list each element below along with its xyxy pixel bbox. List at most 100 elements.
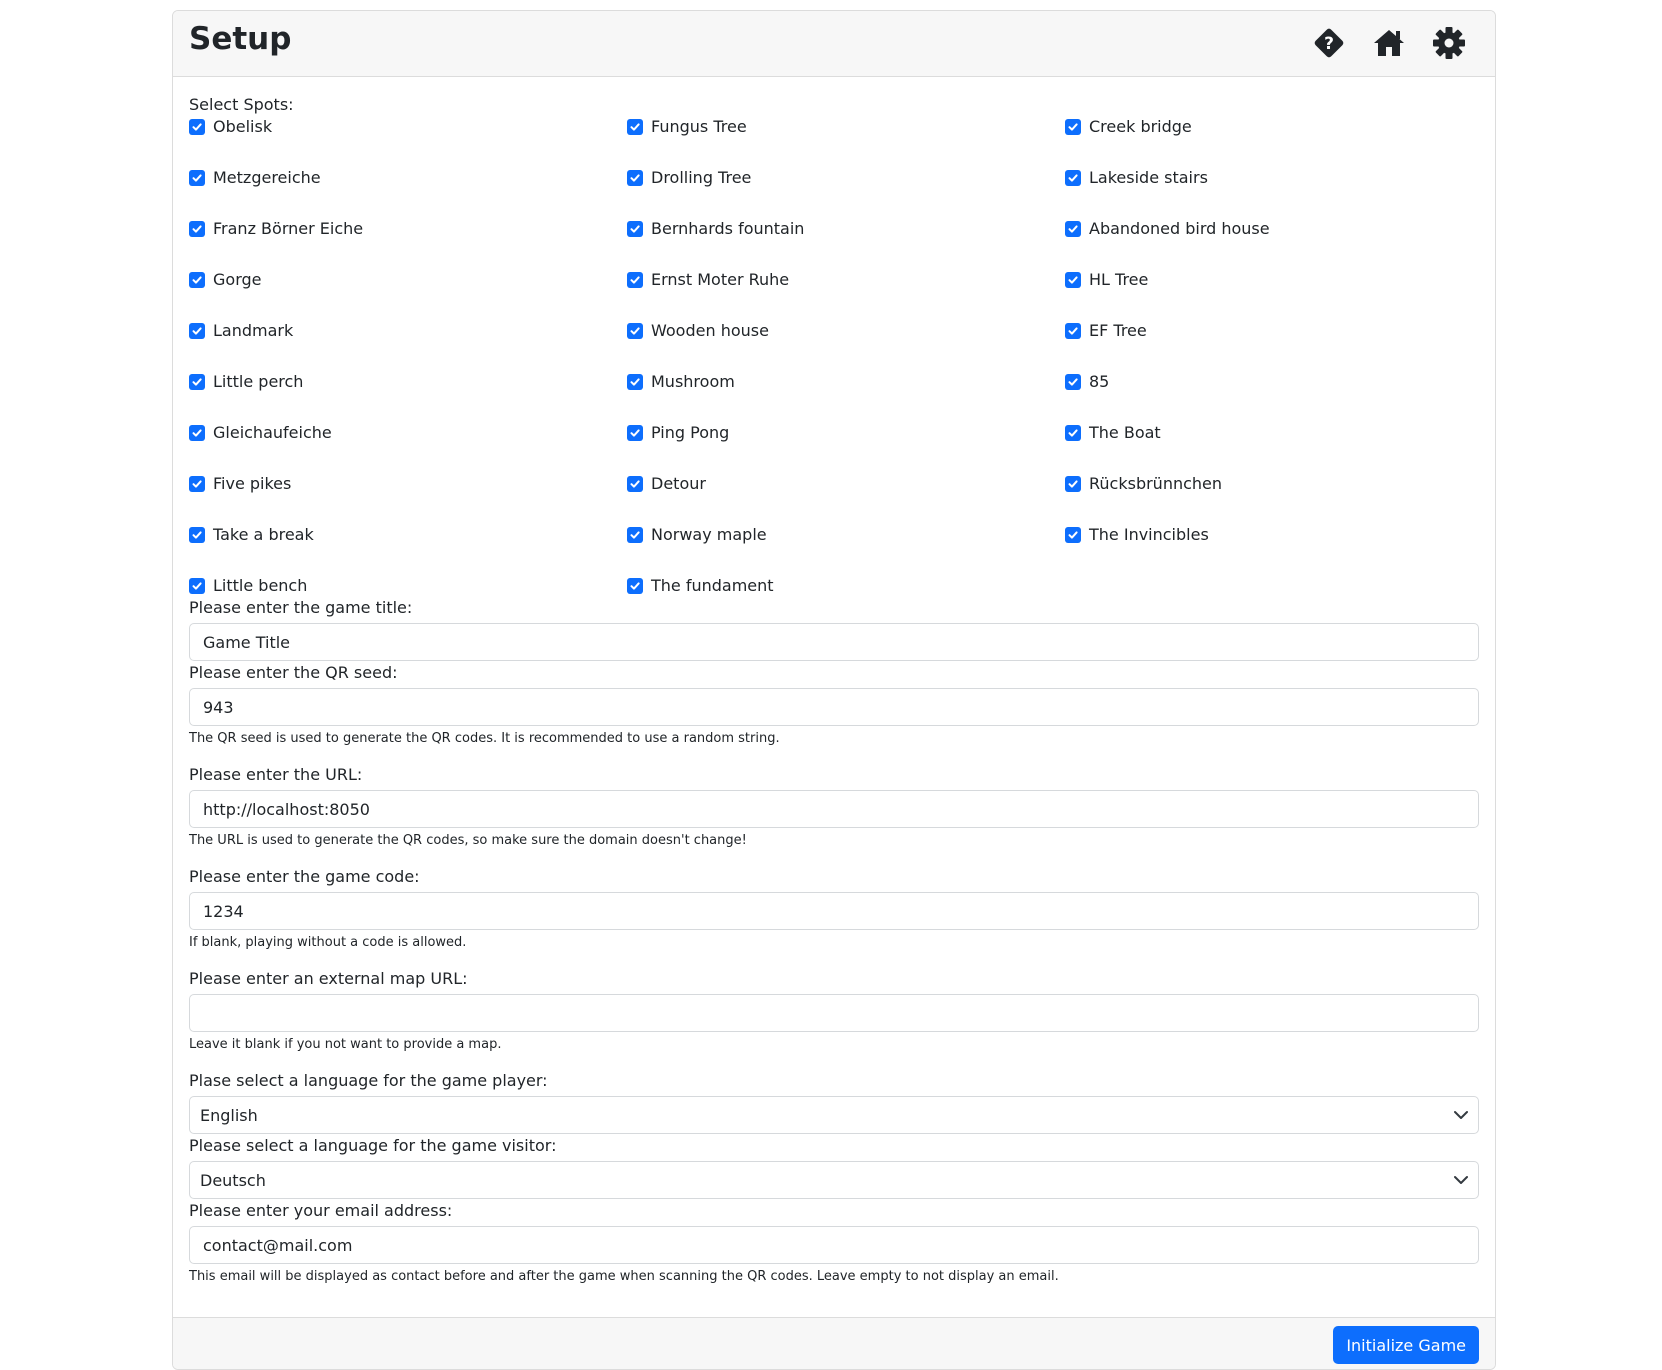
map-url-input[interactable] [189, 994, 1479, 1032]
visitor-language-label: Please select a language for the game vi… [189, 1136, 557, 1155]
spot-item[interactable]: Ping Pong [627, 421, 1065, 472]
spot-checkbox[interactable] [627, 170, 643, 186]
email-help: This email will be displayed as contact … [189, 1269, 1059, 1284]
spot-checkbox[interactable] [1065, 476, 1081, 492]
email-label: Please enter your email address: [189, 1201, 453, 1220]
spot-item[interactable]: The Boat [1065, 421, 1495, 472]
check-icon [630, 123, 640, 131]
spot-label: Abandoned bird house [1089, 219, 1270, 238]
spot-item[interactable]: Detour [627, 472, 1065, 523]
spot-item[interactable]: Ernst Moter Ruhe [627, 268, 1065, 319]
spot-label: 85 [1089, 372, 1110, 391]
spot-checkbox[interactable] [1065, 170, 1081, 186]
spot-checkbox[interactable] [1065, 527, 1081, 543]
spot-item[interactable]: The Invincibles [1065, 523, 1495, 574]
spot-item[interactable]: Norway maple [627, 523, 1065, 574]
spot-item[interactable]: HL Tree [1065, 268, 1495, 319]
svg-text:?: ? [1324, 34, 1334, 54]
check-icon [192, 174, 202, 182]
spot-item[interactable]: Gleichaufeiche [189, 421, 627, 472]
spot-checkbox[interactable] [1065, 221, 1081, 237]
spot-checkbox[interactable] [189, 323, 205, 339]
check-icon [630, 582, 640, 590]
spot-item[interactable]: Creek bridge [1065, 115, 1495, 166]
spot-label: Gorge [213, 270, 262, 289]
spot-item[interactable]: The fundament [627, 574, 1065, 625]
spot-checkbox[interactable] [189, 119, 205, 135]
spot-checkbox[interactable] [189, 374, 205, 390]
check-icon [1068, 531, 1078, 539]
game-title-input[interactable]: Game Title [189, 623, 1479, 661]
spot-checkbox[interactable] [627, 272, 643, 288]
question-diamond-icon[interactable]: ? [1311, 25, 1347, 61]
spot-item[interactable]: 85 [1065, 370, 1495, 421]
spot-item[interactable]: Take a break [189, 523, 627, 574]
spot-checkbox[interactable] [627, 119, 643, 135]
check-icon [1068, 276, 1078, 284]
spot-checkbox[interactable] [189, 527, 205, 543]
check-icon [1068, 327, 1078, 335]
spot-checkbox[interactable] [627, 476, 643, 492]
visitor-language-select[interactable]: Deutsch [189, 1161, 1479, 1199]
spot-checkbox[interactable] [1065, 119, 1081, 135]
email-input[interactable]: contact@mail.com [189, 1226, 1479, 1264]
spot-checkbox[interactable] [627, 221, 643, 237]
spot-item[interactable]: Rücksbrünnchen [1065, 472, 1495, 523]
spot-item[interactable]: Abandoned bird house [1065, 217, 1495, 268]
spot-checkbox[interactable] [189, 272, 205, 288]
spot-checkbox[interactable] [1065, 272, 1081, 288]
spot-item[interactable]: Fungus Tree [627, 115, 1065, 166]
spot-label: Bernhards fountain [651, 219, 805, 238]
spot-label: Metzgereiche [213, 168, 321, 187]
check-icon [630, 378, 640, 386]
spot-item[interactable]: Five pikes [189, 472, 627, 523]
map-url-help: Leave it blank if you not want to provid… [189, 1037, 502, 1052]
player-language-label: Plase select a language for the game pla… [189, 1071, 548, 1090]
gear-icon[interactable] [1431, 25, 1467, 61]
spot-checkbox[interactable] [1065, 323, 1081, 339]
url-input[interactable]: http://localhost:8050 [189, 790, 1479, 828]
spot-checkbox[interactable] [189, 476, 205, 492]
spot-item[interactable]: Lakeside stairs [1065, 166, 1495, 217]
spot-label: The Invincibles [1089, 525, 1209, 544]
spot-label: Five pikes [213, 474, 292, 493]
check-icon [192, 225, 202, 233]
spot-label: Wooden house [651, 321, 769, 340]
spot-item[interactable]: Obelisk [189, 115, 627, 166]
spot-checkbox[interactable] [189, 221, 205, 237]
spot-item[interactable]: Drolling Tree [627, 166, 1065, 217]
spot-checkbox[interactable] [1065, 374, 1081, 390]
qr-seed-group: Please enter the QR seed: 943 The QR see… [189, 663, 1479, 747]
check-icon [192, 582, 202, 590]
spot-checkbox[interactable] [189, 578, 205, 594]
check-icon [630, 225, 640, 233]
spot-checkbox[interactable] [189, 425, 205, 441]
spot-item[interactable]: Metzgereiche [189, 166, 627, 217]
spot-item[interactable]: Little perch [189, 370, 627, 421]
spot-item[interactable]: Landmark [189, 319, 627, 370]
player-language-select[interactable]: English [189, 1096, 1479, 1134]
spot-item[interactable]: Bernhards fountain [627, 217, 1065, 268]
spot-item[interactable]: Gorge [189, 268, 627, 319]
spot-label: Franz Börner Eiche [213, 219, 364, 238]
spot-item[interactable]: Mushroom [627, 370, 1065, 421]
spot-checkbox[interactable] [627, 578, 643, 594]
spot-item[interactable]: Wooden house [627, 319, 1065, 370]
spot-label: Creek bridge [1089, 117, 1192, 136]
qr-seed-input[interactable]: 943 [189, 688, 1479, 726]
spot-checkbox[interactable] [189, 170, 205, 186]
map-url-group: Please enter an external map URL: Leave … [189, 969, 1479, 1053]
game-code-input[interactable]: 1234 [189, 892, 1479, 930]
card-body: Select Spots: Obelisk Fungus Tree Creek br… [173, 77, 1495, 1285]
spot-checkbox[interactable] [1065, 425, 1081, 441]
game-code-group: Please enter the game code: 1234 If blan… [189, 867, 1479, 951]
spot-checkbox[interactable] [627, 374, 643, 390]
spot-item[interactable]: Franz Börner Eiche [189, 217, 627, 268]
chevron-down-icon [1454, 1176, 1468, 1184]
spot-checkbox[interactable] [627, 425, 643, 441]
initialize-game-button[interactable]: Initialize Game [1333, 1326, 1479, 1364]
spot-checkbox[interactable] [627, 323, 643, 339]
spot-checkbox[interactable] [627, 527, 643, 543]
spot-item[interactable]: EF Tree [1065, 319, 1495, 370]
home-icon[interactable] [1371, 25, 1407, 61]
